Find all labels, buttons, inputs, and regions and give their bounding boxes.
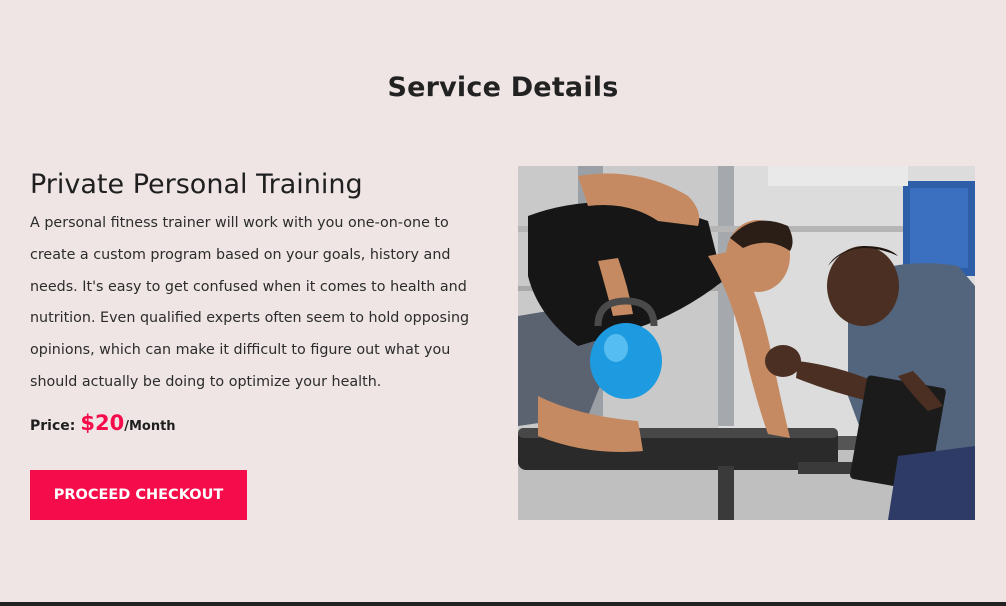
footer-edge <box>0 602 1006 606</box>
price-row: Price: $20 /Month <box>30 411 500 435</box>
service-description: A personal fitness trainer will work wit… <box>30 215 470 390</box>
price-unit: /Month <box>124 418 176 434</box>
price-amount: $20 <box>80 410 125 435</box>
section-title: Service Details <box>387 72 619 103</box>
service-name: Private Personal Training <box>30 169 363 200</box>
personal-training-photo <box>518 166 975 520</box>
service-photo <box>518 166 975 520</box>
proceed-checkout-button[interactable]: PROCEED CHECKOUT <box>30 470 247 520</box>
service-info: Private Personal Training A personal fit… <box>30 166 500 435</box>
price-label: Price: <box>30 417 76 434</box>
